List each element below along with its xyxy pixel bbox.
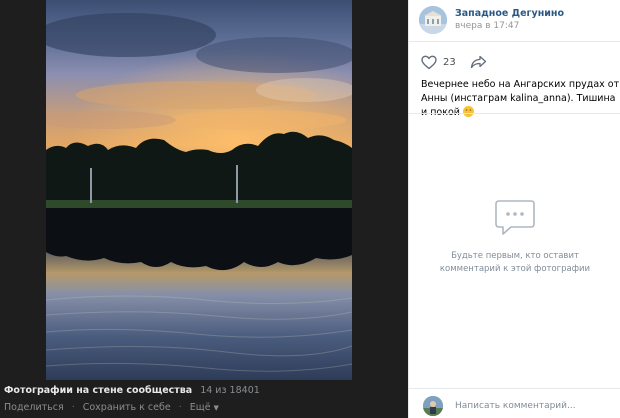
post-time[interactable]: вчера в 17:47 <box>455 20 564 33</box>
heart-icon <box>421 55 437 69</box>
reactions-bar: 23 <box>421 52 487 72</box>
separator: · <box>71 402 75 413</box>
community-avatar[interactable] <box>419 6 447 34</box>
like-count: 23 <box>443 56 456 68</box>
comment-composer <box>423 396 619 416</box>
chevron-down-icon: ▼ <box>213 403 219 412</box>
author-name[interactable]: Западное Дегунино <box>455 7 564 20</box>
like-button[interactable]: 23 <box>421 55 456 70</box>
share-arrow-icon <box>470 55 486 69</box>
empty-comments-text: Будьте первым, кто оставит комментарий к… <box>439 251 591 274</box>
save-to-me-link[interactable]: Сохранить к себе <box>83 402 171 413</box>
empty-comments-state: Будьте первым, кто оставит комментарий к… <box>409 198 620 276</box>
divider <box>409 388 620 389</box>
share-link[interactable]: Поделиться <box>4 402 64 413</box>
author-header: Западное Дегунино вчера в 17:47 <box>419 5 619 35</box>
divider <box>409 41 620 42</box>
photo-counter: 14 из 18401 <box>200 385 260 396</box>
sunset-pond-image <box>46 0 352 380</box>
relieved-face-emoji <box>462 106 474 117</box>
comment-bubble-icon <box>495 200 535 235</box>
more-menu-button[interactable]: Ещё ▼ <box>190 402 219 413</box>
photo-actions: Поделиться · Сохранить к себе · Ещё ▼ <box>4 399 408 416</box>
album-title[interactable]: Фотографии на стене сообщества <box>4 385 192 396</box>
more-label: Ещё <box>189 402 211 413</box>
photo[interactable] <box>46 0 352 380</box>
separator: · <box>178 402 182 413</box>
user-photo-icon <box>423 396 443 416</box>
photo-footer: Фотографии на стене сообщества 14 из 184… <box>0 382 408 418</box>
photo-viewer: Фотографии на стене сообщества 14 из 184… <box>0 0 408 418</box>
comment-input[interactable] <box>455 401 605 411</box>
building-icon <box>419 6 447 34</box>
photo-info-panel: Западное Дегунино вчера в 17:47 23 Вечер… <box>408 0 620 418</box>
share-button[interactable] <box>470 55 487 69</box>
album-info: Фотографии на стене сообщества 14 из 184… <box>4 382 408 399</box>
divider <box>409 113 620 114</box>
user-avatar[interactable] <box>423 396 443 416</box>
